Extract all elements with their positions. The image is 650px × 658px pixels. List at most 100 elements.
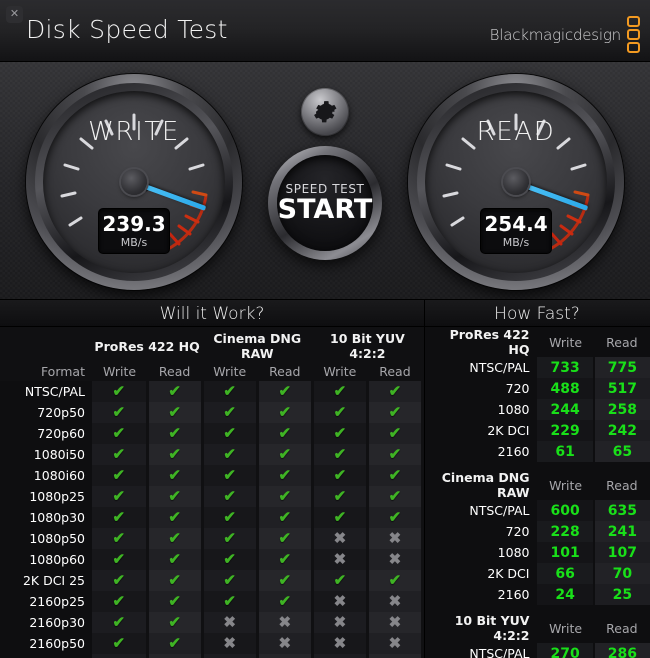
read-speed-value: 70 (593, 563, 650, 584)
table-row: NTSC/PAL 733 775 (425, 357, 650, 378)
check-icon: ✔ (112, 550, 126, 568)
check-icon: ✔ (333, 466, 347, 484)
page-title: Disk Speed Test (26, 15, 228, 44)
resolution-label: 2160 (497, 444, 530, 459)
supported-cell: ✔ (257, 528, 314, 549)
check-icon: ✔ (278, 592, 292, 610)
table-row: 2160p50 ✔ ✔ ✖ ✖ ✖ ✖ (0, 633, 425, 654)
format-label: 1080i60 (0, 465, 92, 486)
write-column-header: Write (549, 334, 583, 350)
brand-logo: Blackmagicdesign (490, 16, 640, 53)
table-row: 2K DCI 25 ✔ ✔ ✔ ✔ ✔ ✔ (0, 570, 425, 591)
settings-button[interactable] (301, 88, 349, 136)
check-icon: ✔ (223, 403, 236, 421)
start-speed-test-button[interactable]: SPEED TEST START (268, 146, 382, 260)
check-icon: ✔ (333, 403, 347, 421)
how-fast-title: How Fast? (494, 304, 580, 324)
check-icon: ✔ (112, 508, 126, 526)
resolution-label: NTSC/PAL (469, 360, 530, 375)
table-row: 2K DCI 66 70 (425, 563, 650, 584)
write-speed-value: 270 (537, 643, 595, 658)
read-speed-value: 517 (593, 378, 650, 399)
supported-cell: ✔ (257, 486, 314, 507)
check-icon: ✔ (278, 382, 292, 400)
supported-cell: ✔ (312, 486, 369, 507)
read-speed-value: 635 (593, 500, 650, 521)
write-speed-value: 488 (537, 378, 595, 399)
check-icon: ✔ (112, 403, 126, 421)
check-icon: ✔ (223, 592, 236, 610)
check-icon: ✔ (168, 592, 181, 610)
codec-group-name: 10 Bit YUV 4:2:2 (454, 613, 530, 643)
check-icon: ✔ (168, 466, 181, 484)
supported-cell: ✔ (92, 570, 149, 591)
check-icon: ✔ (223, 508, 236, 526)
check-icon: ✔ (168, 508, 181, 526)
check-icon: ✔ (388, 571, 402, 589)
sub-header-read-1: Read (269, 363, 301, 379)
supported-cell: ✔ (257, 381, 314, 402)
check-icon: ✔ (168, 445, 181, 463)
supported-cell: ✔ (147, 465, 204, 486)
cross-icon: ✖ (333, 592, 347, 610)
supported-cell: ✔ (147, 507, 204, 528)
close-icon[interactable]: ✕ (6, 6, 23, 23)
unsupported-cell: ✖ (257, 654, 314, 658)
resolution-label: 2K DCI (487, 423, 530, 438)
unsupported-cell: ✖ (367, 528, 425, 549)
start-button-label: START (277, 193, 373, 225)
format-label: 2160p50 (0, 633, 92, 654)
supported-cell: ✔ (147, 549, 204, 570)
check-icon: ✔ (223, 424, 236, 442)
table-row: 1080 101 107 (425, 542, 650, 563)
supported-cell: ✔ (147, 591, 204, 612)
codec-group-name: ProRes 422 HQ (449, 327, 530, 357)
check-icon: ✔ (278, 466, 292, 484)
unsupported-cell: ✖ (257, 612, 314, 633)
format-label: 2160p30 (0, 612, 92, 633)
write-speed-value: 228 (537, 521, 595, 542)
cross-icon: ✖ (333, 613, 347, 631)
check-icon: ✔ (168, 571, 181, 589)
table-row: 2160p60✔✔✖✖✖✖ (0, 654, 425, 658)
check-icon: ✔ (278, 487, 292, 505)
check-icon: ✔ (112, 529, 126, 547)
cross-icon: ✖ (388, 613, 402, 631)
title-bar: ✕ Disk Speed Test Blackmagicdesign (0, 0, 650, 62)
supported-cell: ✔ (367, 486, 425, 507)
supported-cell: ✔ (92, 444, 149, 465)
write-column-header: Write (549, 477, 583, 493)
supported-cell: ✔ (312, 507, 369, 528)
read-speed-value: 242 (593, 420, 650, 441)
read-speed-value: 258 (593, 399, 650, 420)
supported-cell: ✔ (202, 507, 259, 528)
table-row: 2160 24 25 (425, 584, 650, 605)
supported-cell: ✔ (257, 570, 314, 591)
write-speed-value: 733 (537, 357, 595, 378)
codec-group-1: Cinema DNG RAW (213, 331, 302, 361)
unsupported-cell: ✖ (312, 591, 369, 612)
check-icon: ✔ (333, 445, 347, 463)
supported-cell: ✔ (367, 381, 425, 402)
supported-cell: ✔ (367, 465, 425, 486)
gauge-stage: WRITE 239.3 MB/s READ 254.4 MB/s SPEED T… (0, 62, 650, 300)
supported-cell: ✔ (147, 381, 204, 402)
table-row: 1080 244 258 (425, 399, 650, 420)
cross-icon: ✖ (278, 613, 292, 631)
check-icon: ✔ (278, 508, 292, 526)
supported-cell: ✔ (202, 570, 259, 591)
read-gauge: READ 254.4 MB/s (408, 74, 624, 290)
read-column-header: Read (606, 477, 638, 493)
check-icon: ✔ (278, 445, 292, 463)
supported-cell: ✔ (92, 528, 149, 549)
resolution-label: NTSC/PAL (469, 503, 530, 518)
write-gauge: WRITE 239.3 MB/s (26, 74, 242, 290)
check-icon: ✔ (112, 382, 126, 400)
supported-cell: ✔ (147, 486, 204, 507)
supported-cell: ✔ (147, 633, 204, 654)
resolution-label: 1080 (497, 402, 530, 417)
section-header-bar: Will it Work? How Fast? (0, 300, 650, 327)
unsupported-cell: ✖ (312, 612, 369, 633)
write-speed-value: 101 (537, 542, 595, 563)
table-row: 1080p50 ✔ ✔ ✔ ✔ ✖ ✖ (0, 528, 425, 549)
